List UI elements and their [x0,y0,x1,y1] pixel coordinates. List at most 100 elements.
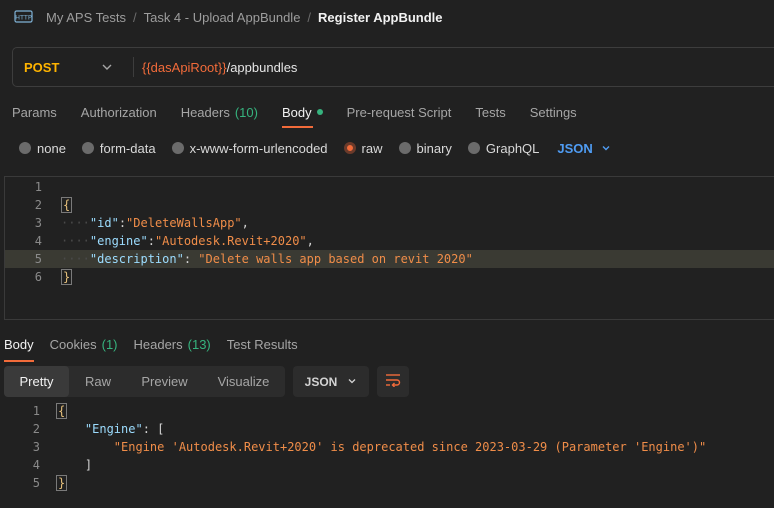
line-number: 3 [34,216,42,230]
indent-whitespace: ···· [61,252,90,266]
tab-headers[interactable]: Headers (10) [181,100,258,124]
json-value: "DeleteWallsApp" [126,216,242,230]
svg-text:HTTP: HTTP [15,14,32,22]
breadcrumb-folder[interactable]: Task 4 - Upload AppBundle [144,10,301,25]
tab-label: Tests [475,104,506,120]
tab-response-cookies[interactable]: Cookies (1) [50,332,118,356]
view-pretty-button[interactable]: Pretty [4,366,69,397]
code-line: 3 ···· "id": "DeleteWallsApp", [5,214,774,232]
radio-x-www-form-urlencoded[interactable]: x-www-form-urlencoded [171,140,328,156]
response-body-viewer[interactable]: 1{ 2 "Engine": [ 3 "Engine 'Autodesk.Rev… [0,402,774,502]
json-value: "Delete walls app based on revit 2020" [198,252,473,266]
close-brace: } [61,269,73,285]
tab-label: Body [281,104,312,120]
radio-label: GraphQL [485,140,540,156]
radio-raw[interactable]: raw [343,140,383,156]
body-format-label: JSON [557,140,593,156]
tab-label: Headers [133,336,183,352]
body-type-radios: none form-data x-www-form-urlencoded raw… [19,138,611,158]
line-number: 4 [34,234,42,248]
tab-label: Test Results [226,336,298,352]
url-bar: POST {{dasApiRoot}}/appbundles [12,47,774,87]
request-body-editor[interactable]: 1 2{ 3 ···· "id": "DeleteWallsApp", 4 ···· "e… [4,176,774,320]
chevron-down-icon [347,375,357,389]
breadcrumb-current-request[interactable]: Register AppBundle [318,10,442,25]
request-tabs: Params Authorization Headers (10) Body Pr… [12,100,577,128]
method-label: POST [24,59,60,75]
json-key: "engine" [89,234,148,248]
tab-pre-request-script[interactable]: Pre-request Script [347,100,452,124]
url-divider [133,57,134,77]
response-tabs: Body Cookies (1) Headers (13) Test Results [4,332,298,362]
tab-label: Pre-request Script [346,104,452,120]
json-comma: , [241,216,249,230]
line-number: 2 [34,198,42,212]
json-key: "id" [89,216,119,230]
breadcrumb-separator: / [132,9,137,25]
chevron-down-icon[interactable] [101,61,113,73]
view-raw-button[interactable]: Raw [69,366,127,397]
response-view-toggle: Pretty Raw Preview Visualize [4,366,285,397]
response-format-label: JSON [304,374,338,389]
breadcrumb: HTTP My APS Tests / Task 4 - Upload AppB… [14,6,443,28]
radio-circle [467,142,480,154]
method-select[interactable]: POST [24,48,59,86]
wrap-lines-button[interactable] [377,366,409,397]
open-brace: { [56,403,68,419]
code-line: 1{ [0,402,68,420]
code-line: 2{ [5,196,774,214]
line-number: 1 [32,404,40,418]
code-line: 4 ···· "engine": "Autodesk.Revit+2020", [5,232,774,250]
http-icon: HTTP [14,8,34,26]
radio-binary[interactable]: binary [398,141,452,156]
tab-label: Authorization [80,104,157,120]
tab-params[interactable]: Params [12,100,57,124]
line-number: 1 [34,180,42,194]
response-format-select[interactable]: JSON [293,366,369,397]
url-input[interactable]: {{dasApiRoot}}/appbundles [142,48,297,86]
radio-label: raw [361,140,383,156]
json-comma: , [306,234,314,248]
radio-label: x-www-form-urlencoded [189,140,328,156]
tab-tests[interactable]: Tests [475,100,505,124]
indent-whitespace: ···· [61,216,90,230]
radio-label: none [37,140,66,156]
line-number: 6 [34,270,42,284]
tab-test-results[interactable]: Test Results [227,332,298,356]
body-indicator-dot [316,109,323,115]
cookies-count: (1) [101,336,118,352]
tab-body[interactable]: Body [281,100,323,128]
close-bracket: ] [84,458,93,472]
radio-circle [19,142,31,154]
chevron-down-icon [601,141,611,156]
close-brace: } [56,475,68,491]
code-line: 5} [0,474,68,492]
json-separator: : [147,234,155,248]
tab-response-headers[interactable]: Headers (13) [134,332,211,356]
body-format-select[interactable]: JSON [557,141,610,156]
radio-form-data[interactable]: form-data [81,141,156,156]
json-key: "description" [89,252,184,266]
code-line: 4 ] [0,456,92,474]
breadcrumb-collection[interactable]: My APS Tests [46,10,126,25]
line-number: 5 [34,252,42,266]
json-value: "Autodesk.Revit+2020" [154,234,307,248]
radio-graphql[interactable]: GraphQL [467,140,540,156]
json-separator: : [ [142,422,165,436]
radio-circle [343,142,356,154]
open-brace: { [61,197,73,213]
view-preview-button[interactable]: Preview [127,366,202,397]
tab-settings[interactable]: Settings [530,100,577,124]
code-line: 6} [5,268,774,286]
tab-label: Cookies [49,336,97,352]
line-number: 2 [32,422,40,436]
json-separator: : [118,216,127,230]
breadcrumb-separator: / [307,9,312,25]
tab-response-body[interactable]: Body [4,332,34,362]
line-number: 3 [32,440,40,454]
view-visualize-button[interactable]: Visualize [202,366,285,397]
tab-label: Settings [529,104,577,120]
radio-none[interactable]: none [19,141,66,156]
tab-authorization[interactable]: Authorization [81,100,157,124]
